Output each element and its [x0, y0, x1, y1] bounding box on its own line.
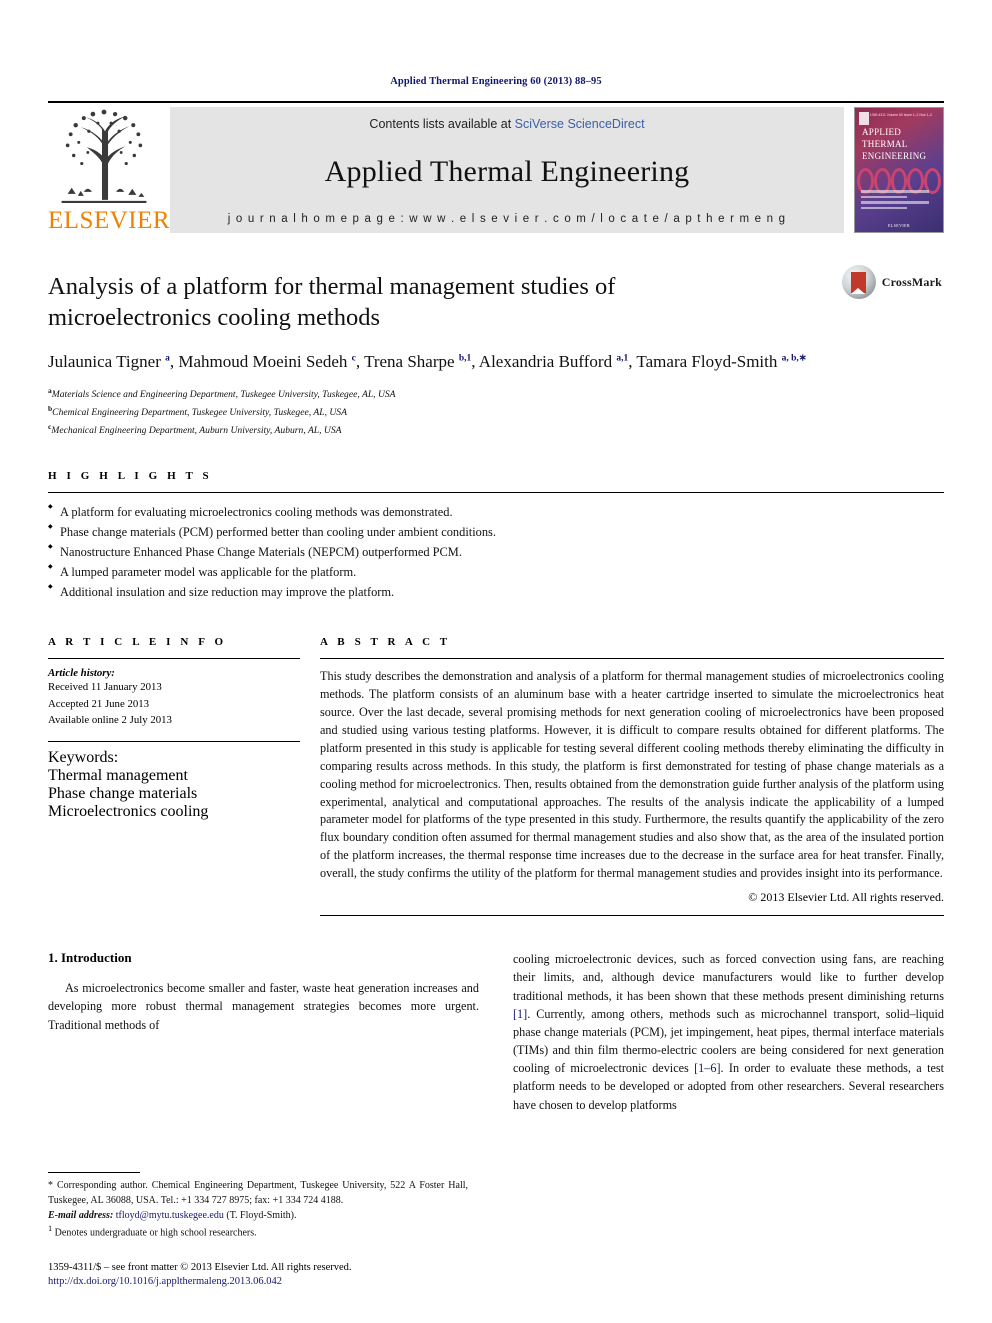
email-label: E-mail address: [48, 1209, 114, 1221]
crossmark-icon [841, 265, 876, 299]
issn-block: 1359-4311/$ – see front matter © 2013 El… [48, 1260, 468, 1287]
keywords-block: Keywords: Thermal management Phase change… [48, 742, 300, 821]
article-info-column: A R T I C L E I N F O Article history: R… [48, 636, 320, 916]
title-block: CrossMark Analysis of a platform for the… [48, 265, 944, 440]
cover-title-line1: APPLIED [862, 127, 902, 137]
body-column-left: 1. Introduction As microelectronics beco… [48, 950, 479, 1114]
affiliation-a: aMaterials Science and Engineering Depar… [48, 386, 396, 401]
citation-ref-1-6[interactable]: [1–6] [694, 1061, 720, 1075]
elsevier-wordmark: ELSEVIER [48, 207, 171, 234]
highlights-list: A platform for evaluating microelectroni… [48, 493, 944, 602]
footnote-1: 1 Denotes undergraduate or high school r… [48, 1223, 468, 1240]
intro-paragraph-right: cooling microelectronic devices, such as… [513, 950, 944, 1114]
intro-right-part1: cooling microelectronic devices, such as… [513, 952, 944, 1003]
journal-band: Contents lists available at SciVerse Sci… [170, 107, 844, 233]
keyword-item: Phase change materials [48, 785, 198, 803]
footnote-1-text: Denotes undergraduate or high school res… [54, 1227, 257, 1239]
cover-issue-text: ISSN 1359-4311 Volume 60 Issue 1–2 Nos 1… [861, 113, 932, 117]
contents-available-line: Contents lists available at SciVerse Sci… [369, 117, 644, 131]
highlights-section: H I G H L I G H T S A platform for evalu… [48, 470, 944, 602]
keywords-lines: Thermal management Phase change materials… [48, 767, 300, 821]
highlight-item: A lumped parameter model was applicable … [48, 562, 944, 582]
cover-title-line3: ENGINEERING [862, 151, 927, 162]
cover-publisher: ELSEVIER [887, 223, 911, 228]
corresponding-author-note: * Corresponding author. Chemical Enginee… [48, 1179, 468, 1206]
article-history-heading: Article history: [48, 666, 115, 679]
info-abstract-section: A R T I C L E I N F O Article history: R… [48, 635, 944, 917]
elsevier-logo: ELSEVIER [48, 107, 171, 234]
article-history-lines: Received 11 January 2013 Accepted 21 June… [48, 679, 300, 729]
footnote-1-marker: 1 [48, 1223, 53, 1233]
footnote-divider [48, 1171, 140, 1173]
journal-cover-thumbnail: ISSN 1359-4311 Volume 60 Issue 1–2 Nos 1… [854, 107, 944, 233]
issn-line: 1359-4311/$ – see front matter © 2013 El… [48, 1262, 352, 1274]
keyword-item: Thermal management [48, 767, 188, 785]
highlight-item: Nanostructure Enhanced Phase Change Mate… [48, 542, 944, 562]
email-address[interactable]: tfloyd@mytu.tuskegee.edu [116, 1210, 224, 1221]
abstract-label: A B S T R A C T [320, 635, 451, 648]
abstract-copyright: © 2013 Elsevier Ltd. All rights reserved… [748, 890, 944, 905]
contents-prefix: Contents lists available at [369, 117, 515, 131]
page-title: Analysis of a platform for thermal manag… [48, 273, 616, 332]
abstract-bottom-divider [320, 915, 944, 917]
footnotes-block: * Corresponding author. Chemical Enginee… [48, 1171, 468, 1287]
article-history-item: Accepted 21 June 2013 [48, 697, 150, 710]
highlights-label: H I G H L I G H T S [48, 469, 213, 482]
body-columns: 1. Introduction As microelectronics beco… [48, 950, 944, 1114]
cover-title-line2: THERMAL [862, 139, 908, 150]
affiliation-list: aMaterials Science and Engineering Depar… [48, 385, 944, 439]
sciencedirect-link[interactable]: SciVerse ScienceDirect [515, 117, 645, 131]
abstract-column: A B S T R A C T This study describes the… [320, 635, 944, 917]
journal-homepage[interactable]: j o u r n a l h o m e p a g e : w w w . … [228, 213, 787, 225]
keyword-item: Microelectronics cooling [48, 803, 209, 821]
cover-issue-meta: ISSN 1359-4311 Volume 60 Issue 1–2 Nos 1… [861, 113, 938, 118]
article-info-label: A R T I C L E I N F O [48, 635, 227, 648]
author-list: Julaunica Tigner a, Mahmoud Moeini Sedeh… [48, 351, 807, 371]
highlight-item: Phase change materials (PCM) performed b… [48, 522, 944, 542]
paper-page: Applied Thermal Engineering 60 (2013) 88… [0, 0, 992, 1323]
journal-title: Applied Thermal Engineering [324, 155, 690, 188]
affiliation-b: bChemical Engineering Department, Tuskeg… [48, 404, 347, 419]
running-head: Applied Thermal Engineering 60 (2013) 88… [390, 76, 602, 87]
intro-paragraph-left: As microelectronics become smaller and f… [48, 981, 479, 1032]
email-note: E-mail address: tfloyd@mytu.tuskegee.edu… [48, 1208, 468, 1223]
elsevier-tree-icon [48, 107, 160, 208]
abstract-text: This study describes the demonstration a… [320, 668, 944, 881]
highlight-item: Additional insulation and size reduction… [48, 582, 944, 602]
crossmark-label: CrossMark [881, 274, 942, 289]
body-column-right: cooling microelectronic devices, such as… [513, 950, 944, 1114]
keywords-heading: Keywords: [48, 749, 119, 767]
article-history-item: Received 11 January 2013 [48, 680, 162, 693]
crossmark-badge[interactable]: CrossMark [838, 265, 942, 299]
journal-masthead: ELSEVIER Contents lists available at Sci… [48, 101, 944, 233]
article-history-item: Available online 2 July 2013 [48, 714, 172, 727]
email-suffix: (T. Floyd-Smith). [223, 1209, 297, 1221]
doi-link[interactable]: http://dx.doi.org/10.1016/j.applthermale… [48, 1276, 468, 1287]
cover-editorial-lines [861, 190, 938, 212]
citation-ref-1[interactable]: [1] [513, 1007, 527, 1021]
highlight-item: A platform for evaluating microelectroni… [48, 502, 944, 522]
cover-title: APPLIED THERMAL ENGINEERING [862, 126, 938, 162]
section-heading-introduction: 1. Introduction [48, 950, 132, 966]
article-history-block: Article history: Received 11 January 201… [48, 659, 300, 729]
affiliation-c: cMechanical Engineering Department, Aubu… [48, 422, 342, 437]
